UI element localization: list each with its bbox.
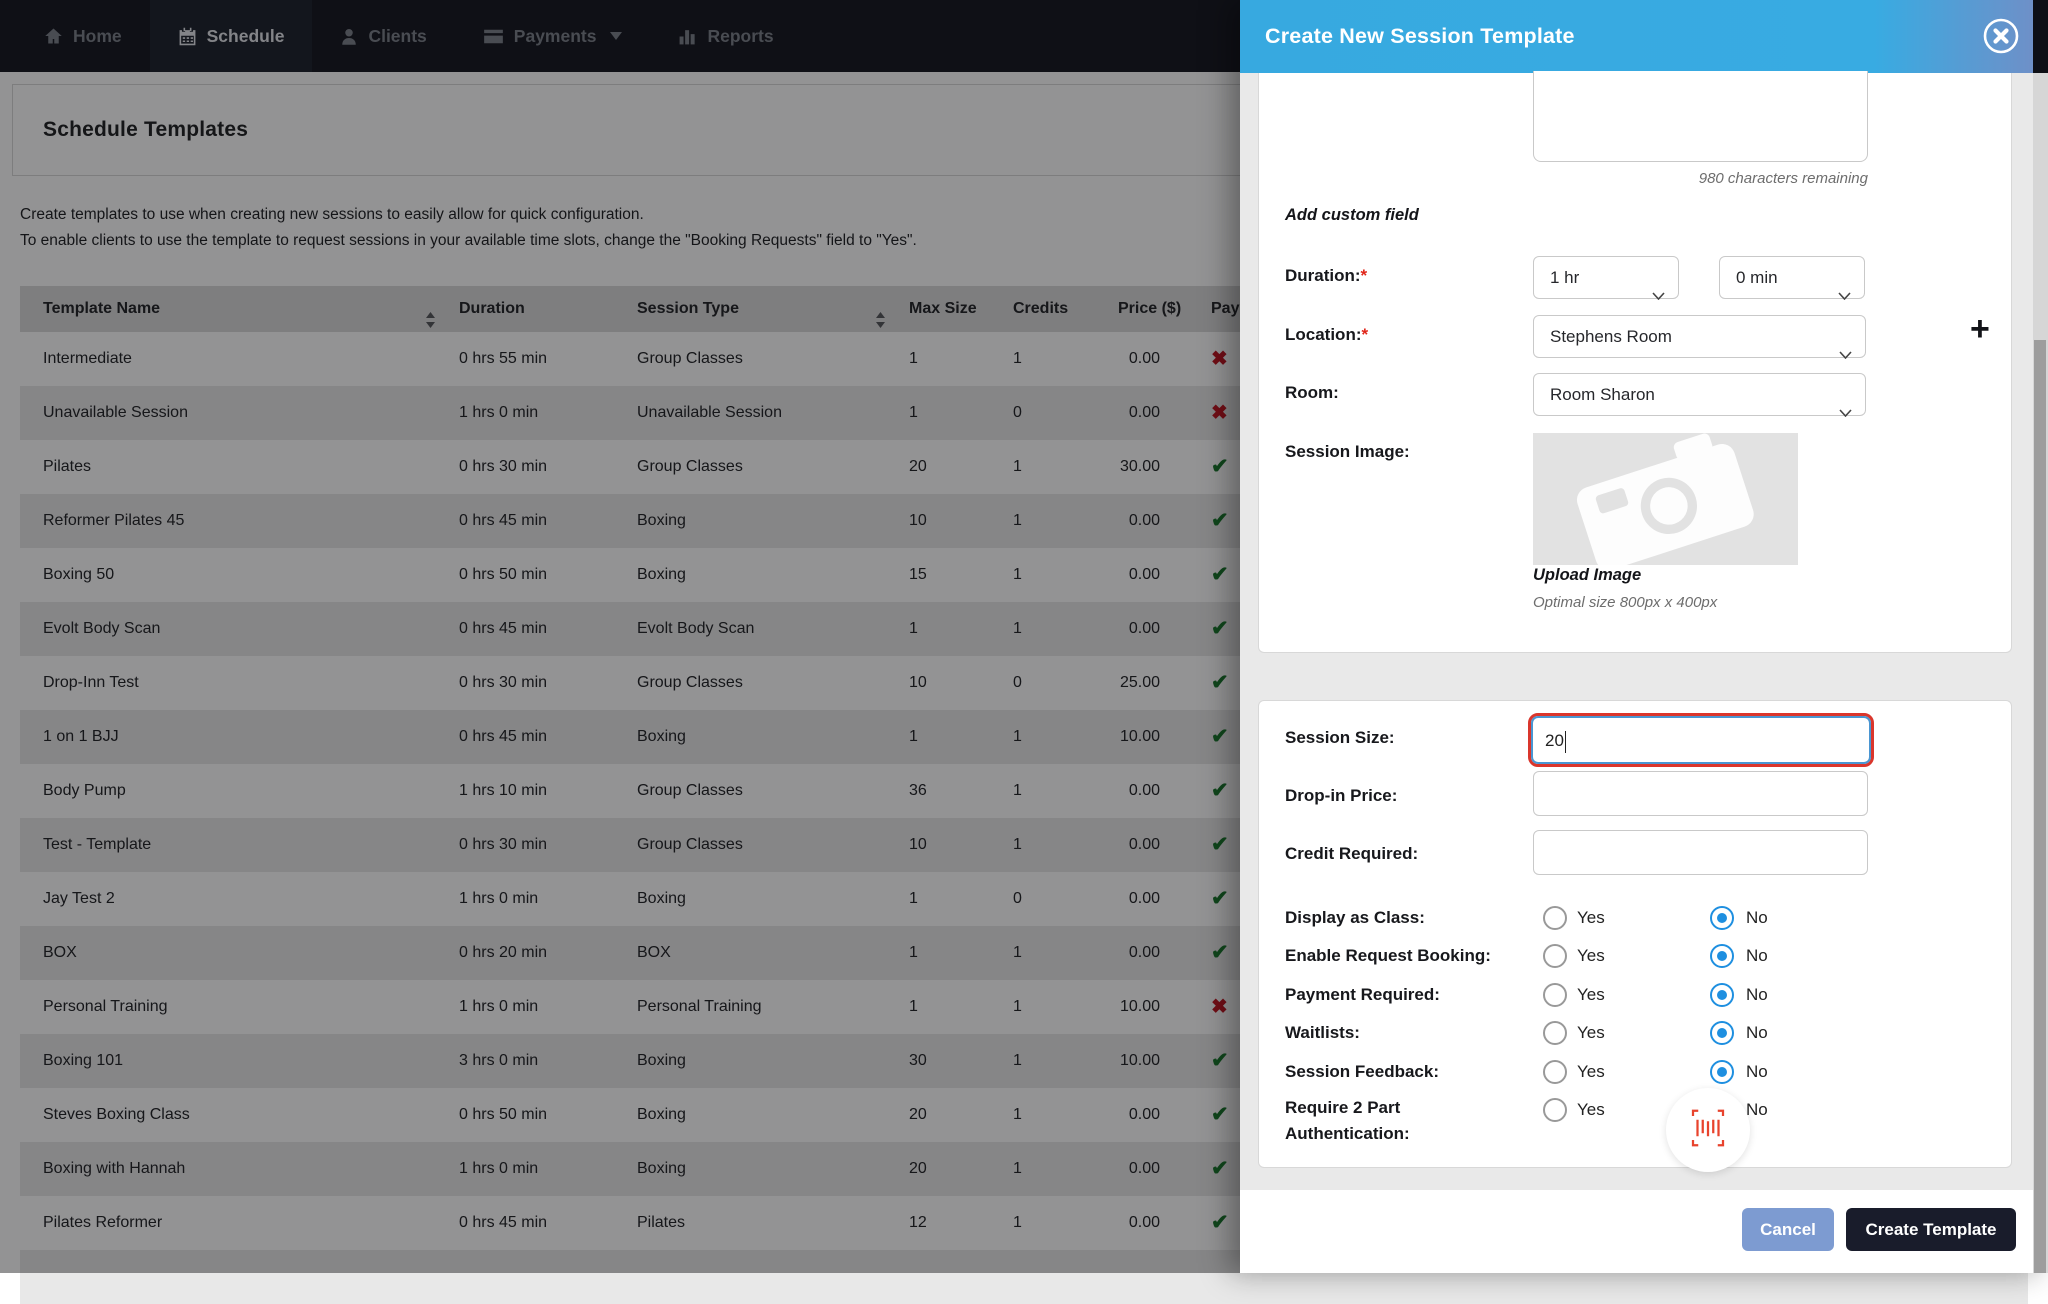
radio-option-label: Yes <box>1577 908 1605 928</box>
dropin-price-input[interactable] <box>1533 771 1868 816</box>
required-asterisk: * <box>1362 325 1369 344</box>
modal-title: Create New Session Template <box>1240 24 1575 49</box>
close-icon[interactable] <box>1981 16 2021 56</box>
chars-remaining-text: 980 characters remaining <box>1533 170 1868 187</box>
create-template-button[interactable]: Create Template <box>1846 1208 2016 1251</box>
session-feedback-yes-radio[interactable] <box>1543 1060 1567 1084</box>
modal-footer: Cancel Create Template <box>1240 1190 2033 1273</box>
chevron-down-icon <box>1838 274 1851 315</box>
enable-request-booking-no-radio[interactable] <box>1710 944 1734 968</box>
session-image-label: Session Image: <box>1285 442 1410 462</box>
session-feedback-no-radio[interactable] <box>1710 1060 1734 1084</box>
image-size-hint: Optimal size 800px x 400px <box>1533 594 1717 611</box>
radio-option-label: No <box>1746 908 1768 928</box>
display-as-class-yes-radio[interactable] <box>1543 906 1567 930</box>
radio-option-label: No <box>1746 946 1768 966</box>
session-feedback-label: Session Feedback: <box>1285 1062 1439 1082</box>
add-custom-field-link[interactable]: Add custom field <box>1285 206 1419 225</box>
session-size-label: Session Size: <box>1285 728 1395 748</box>
waitlists-no-radio[interactable] <box>1710 1021 1734 1045</box>
radio-option-label: Yes <box>1577 1062 1605 1082</box>
radio-option-label: No <box>1746 985 1768 1005</box>
radio-option-label: Yes <box>1577 1100 1605 1120</box>
payment-required-no-radio[interactable] <box>1710 983 1734 1007</box>
enable-request-booking-yes-radio[interactable] <box>1543 944 1567 968</box>
payment-required-label: Payment Required: <box>1285 985 1440 1005</box>
radio-option-label: Yes <box>1577 985 1605 1005</box>
radio-option-label: No <box>1746 1023 1768 1043</box>
enable-request-booking-label: Enable Request Booking: <box>1285 946 1491 966</box>
chevron-down-icon <box>1652 274 1665 315</box>
add-location-icon[interactable]: + <box>1970 310 1990 349</box>
session-size-input[interactable]: 20 <box>1531 716 1871 764</box>
payment-required-yes-radio[interactable] <box>1543 983 1567 1007</box>
duration-hours-select[interactable]: 1 hr <box>1533 256 1679 299</box>
upload-image-link[interactable]: Upload Image <box>1533 566 1641 585</box>
modal-scrollbar-track[interactable] <box>2033 73 2048 1273</box>
duration-minutes-select[interactable]: 0 min <box>1719 256 1865 299</box>
location-select[interactable]: Stephens Room <box>1533 315 1866 358</box>
session-size-input-focus-ring: 20 <box>1528 713 1874 767</box>
cancel-button[interactable]: Cancel <box>1742 1208 1834 1251</box>
waitlists-yes-radio[interactable] <box>1543 1021 1567 1045</box>
require-2part-label-line1: Require 2 Part <box>1285 1098 1400 1118</box>
create-session-template-modal: Create New Session Template 980 characte… <box>1240 0 2048 1273</box>
waitlists-label: Waitlists: <box>1285 1023 1360 1043</box>
radio-option-label: No <box>1746 1100 1768 1120</box>
modal-header-corner <box>2033 0 2048 73</box>
radio-option-label: No <box>1746 1062 1768 1082</box>
modal-scrollbar-thumb[interactable] <box>2034 340 2046 1273</box>
credit-required-input[interactable] <box>1533 830 1868 875</box>
location-label: Location:* <box>1285 325 1368 345</box>
camera-icon <box>1571 437 1761 562</box>
radio-option-label: Yes <box>1577 1023 1605 1043</box>
require-2part-label-line2: Authentication: <box>1285 1124 1410 1144</box>
modal-header: Create New Session Template <box>1240 0 2033 73</box>
session-image-placeholder[interactable] <box>1533 433 1798 565</box>
chevron-down-icon <box>1839 391 1852 432</box>
description-textarea[interactable] <box>1533 71 1868 162</box>
room-select[interactable]: Room Sharon <box>1533 373 1866 416</box>
duration-label: Duration:* <box>1285 266 1367 286</box>
display-as-class-no-radio[interactable] <box>1710 906 1734 930</box>
display-as-class-label: Display as Class: <box>1285 908 1425 928</box>
barcode-scan-icon <box>1685 1107 1731 1154</box>
radio-option-label: Yes <box>1577 946 1605 966</box>
credit-required-label: Credit Required: <box>1285 844 1418 864</box>
loading-badge <box>1666 1088 1750 1172</box>
chevron-down-icon <box>1839 333 1852 374</box>
required-asterisk: * <box>1361 266 1368 285</box>
require-2part-yes-radio[interactable] <box>1543 1098 1567 1122</box>
dropin-price-label: Drop-in Price: <box>1285 786 1397 806</box>
text-cursor <box>1565 731 1567 753</box>
room-label: Room: <box>1285 383 1339 403</box>
